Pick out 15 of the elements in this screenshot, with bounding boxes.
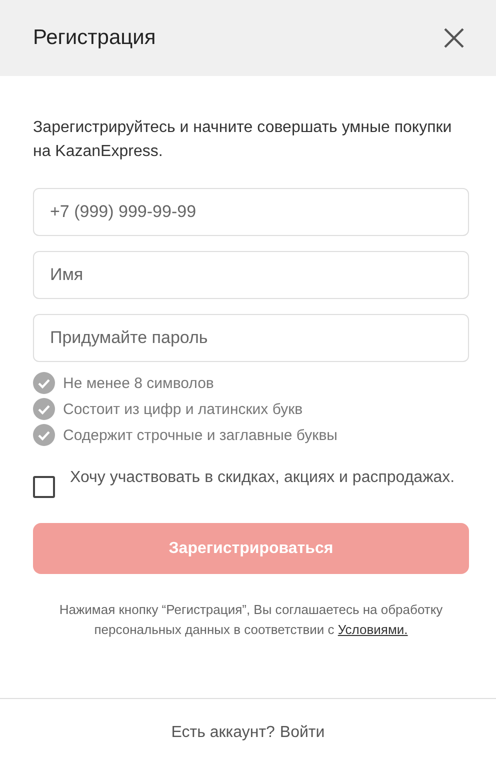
requirement-text: Не менее 8 символов: [63, 374, 214, 392]
checkbox-label: Хочу участвовать в скидках, акциях и распродажах.: [70, 468, 455, 487]
intro-text: Зарегистрируйтесь и начните совершать умные покупки на KazanExpress.: [33, 118, 453, 162]
login-link[interactable]: Войти: [280, 724, 325, 742]
requirement-text: Состоит из цифр и латинских букв: [63, 400, 303, 418]
input-field[interactable]: Придумайте пароль: [33, 314, 469, 362]
requirement-text: Содержит строчные и заглавные буквы: [63, 426, 338, 444]
checkbox[interactable]: [33, 476, 55, 498]
dialog-title: Регистрация: [33, 26, 156, 50]
account-question: Есть аккаунт?: [171, 724, 275, 742]
input-field[interactable]: Имя: [33, 251, 469, 299]
close-icon[interactable]: [444, 28, 464, 48]
terms-link[interactable]: Условиями.: [338, 622, 408, 637]
consent-text: Нажимая кнопку “Регистрация”, Вы соглашаетесь на обработку персональных данных в соответствии с Условиями.: [58, 601, 444, 639]
input-field[interactable]: +7 (999) 999-99-99: [33, 188, 469, 236]
